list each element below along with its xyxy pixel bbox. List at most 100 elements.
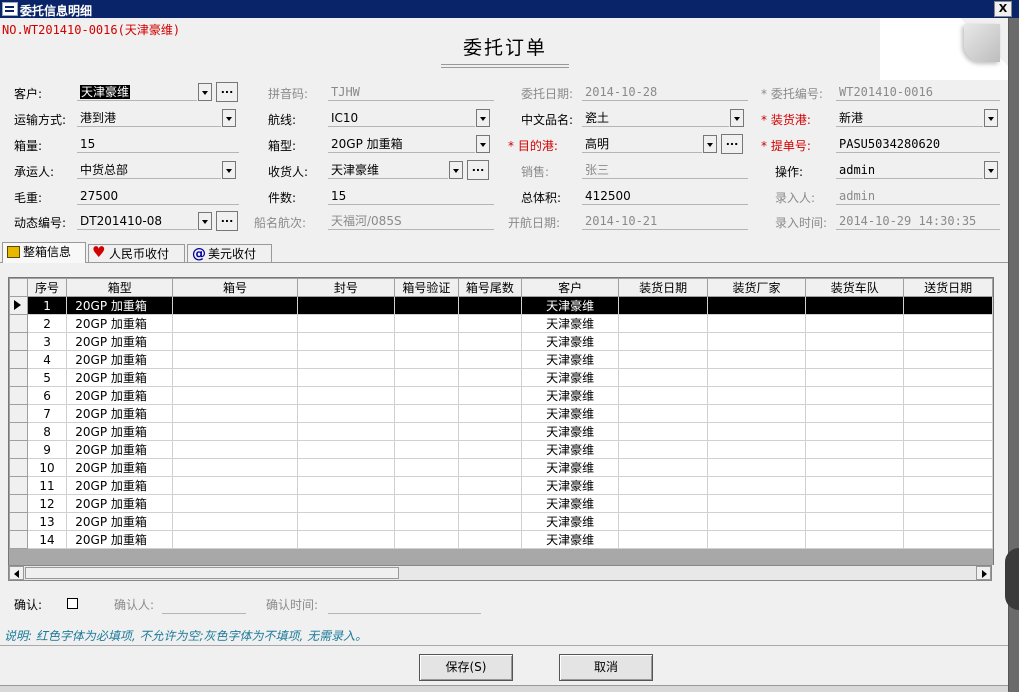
table-cell[interactable]: [706, 332, 807, 351]
table-row[interactable]: 4 20GP 加重箱 天津豪维: [9, 350, 993, 369]
table-cell[interactable]: [296, 350, 396, 369]
table-cell[interactable]: 天津豪维: [521, 440, 620, 459]
column-header[interactable]: 送货日期: [903, 278, 993, 297]
table-cell[interactable]: 20GP 加重箱: [66, 512, 174, 531]
table-cell[interactable]: [903, 350, 993, 369]
table-row[interactable]: 1 20GP 加重箱 天津豪维: [9, 296, 993, 315]
table-row[interactable]: 11 20GP 加重箱 天津豪维: [9, 476, 993, 495]
table-cell[interactable]: 天津豪维: [521, 458, 620, 477]
table-cell[interactable]: [296, 476, 396, 495]
table-cell[interactable]: [903, 368, 993, 387]
table-cell[interactable]: [457, 512, 523, 531]
table-cell[interactable]: [903, 494, 993, 513]
table-cell[interactable]: [618, 368, 708, 387]
customer-dropdown-button[interactable]: [198, 83, 212, 101]
table-cell[interactable]: [457, 332, 523, 351]
table-cell[interactable]: 20GP 加重箱: [66, 350, 174, 369]
table-cell[interactable]: [618, 512, 708, 531]
table-cell[interactable]: 4: [26, 350, 68, 369]
table-cell[interactable]: 13: [26, 512, 68, 531]
table-cell[interactable]: [618, 314, 708, 333]
table-cell[interactable]: 10: [26, 458, 68, 477]
goods-name-select[interactable]: 瓷土: [582, 109, 729, 127]
goods-name-dropdown-button[interactable]: [730, 109, 744, 127]
operator-select[interactable]: admin: [836, 161, 983, 179]
table-cell[interactable]: [618, 422, 708, 441]
tab-usd-payment[interactable]: @ 美元收付: [187, 244, 272, 262]
save-button[interactable]: 保存(S): [419, 654, 513, 681]
volume-field[interactable]: 412500: [582, 187, 748, 205]
table-cell[interactable]: [706, 350, 807, 369]
table-cell[interactable]: [903, 530, 993, 549]
tab-rmb-payment[interactable]: ♥ 人民币收付: [88, 244, 185, 262]
table-cell[interactable]: [296, 404, 396, 423]
table-cell[interactable]: [172, 314, 298, 333]
table-cell[interactable]: [394, 314, 459, 333]
table-cell[interactable]: [618, 476, 708, 495]
scrollbar-thumb[interactable]: [25, 567, 399, 579]
scroll-right-icon[interactable]: [976, 566, 991, 580]
load-port-dropdown-button[interactable]: [984, 109, 998, 127]
dest-port-field[interactable]: 高明: [582, 135, 702, 153]
table-cell[interactable]: [903, 422, 993, 441]
table-cell[interactable]: 20GP 加重箱: [66, 296, 174, 315]
table-cell[interactable]: [296, 494, 396, 513]
row-indicator[interactable]: [9, 476, 28, 495]
table-row[interactable]: 5 20GP 加重箱 天津豪维: [9, 368, 993, 387]
operator-dropdown-button[interactable]: [984, 161, 998, 179]
consignee-field[interactable]: 天津豪维: [328, 161, 448, 179]
table-cell[interactable]: [618, 332, 708, 351]
table-cell[interactable]: 9: [26, 440, 68, 459]
table-cell[interactable]: [805, 332, 905, 351]
table-cell[interactable]: [706, 458, 807, 477]
table-cell[interactable]: [706, 476, 807, 495]
table-cell[interactable]: [805, 440, 905, 459]
column-header[interactable]: 装货日期: [618, 278, 708, 297]
table-cell[interactable]: [457, 458, 523, 477]
customer-browse-button[interactable]: ...: [216, 82, 238, 102]
table-cell[interactable]: [172, 404, 298, 423]
table-cell[interactable]: [706, 296, 807, 315]
dest-port-browse-button[interactable]: ...: [721, 134, 743, 154]
table-cell[interactable]: [296, 422, 396, 441]
table-cell[interactable]: [618, 530, 708, 549]
column-header[interactable]: 箱号尾数: [457, 278, 523, 297]
column-header[interactable]: 箱号: [172, 278, 298, 297]
cancel-button[interactable]: 取消: [559, 654, 653, 681]
scroll-left-icon[interactable]: [9, 566, 24, 580]
table-cell[interactable]: 天津豪维: [521, 350, 620, 369]
consignee-dropdown-button[interactable]: [449, 161, 463, 179]
table-row[interactable]: 6 20GP 加重箱 天津豪维: [9, 386, 993, 405]
grid-horizontal-scrollbar[interactable]: [8, 565, 992, 581]
row-indicator[interactable]: [9, 332, 28, 351]
table-cell[interactable]: [172, 350, 298, 369]
table-cell[interactable]: 14: [26, 530, 68, 549]
table-cell[interactable]: 天津豪维: [521, 476, 620, 495]
table-cell[interactable]: 5: [26, 368, 68, 387]
table-cell[interactable]: [618, 296, 708, 315]
table-cell[interactable]: [706, 512, 807, 531]
table-cell[interactable]: 天津豪维: [521, 512, 620, 531]
table-row[interactable]: 8 20GP 加重箱 天津豪维: [9, 422, 993, 441]
table-cell[interactable]: [296, 368, 396, 387]
table-cell[interactable]: [903, 458, 993, 477]
transport-dropdown-button[interactable]: [222, 109, 236, 127]
table-cell[interactable]: 20GP 加重箱: [66, 476, 174, 495]
row-indicator[interactable]: [9, 296, 28, 315]
table-cell[interactable]: [618, 494, 708, 513]
table-cell[interactable]: [805, 512, 905, 531]
container-grid[interactable]: 序号 箱型 箱号 封号 箱号验证 箱号尾数 客户 装货日期 装货厂家 装货车队 送货日期 1 20GP…: [8, 277, 994, 551]
table-cell[interactable]: [172, 368, 298, 387]
table-cell[interactable]: [618, 440, 708, 459]
table-cell[interactable]: [394, 458, 459, 477]
column-header[interactable]: 装货厂家: [706, 278, 807, 297]
table-cell[interactable]: [296, 512, 396, 531]
table-cell[interactable]: [706, 440, 807, 459]
dyn-no-dropdown-button[interactable]: [198, 212, 212, 230]
table-row[interactable]: 14 20GP 加重箱 天津豪维: [9, 530, 993, 549]
table-cell[interactable]: 天津豪维: [521, 296, 620, 315]
table-cell[interactable]: [457, 494, 523, 513]
table-row[interactable]: 9 20GP 加重箱 天津豪维: [9, 440, 993, 459]
box-count-field[interactable]: 15: [77, 135, 239, 153]
tab-container-info[interactable]: 整箱信息: [2, 242, 86, 263]
